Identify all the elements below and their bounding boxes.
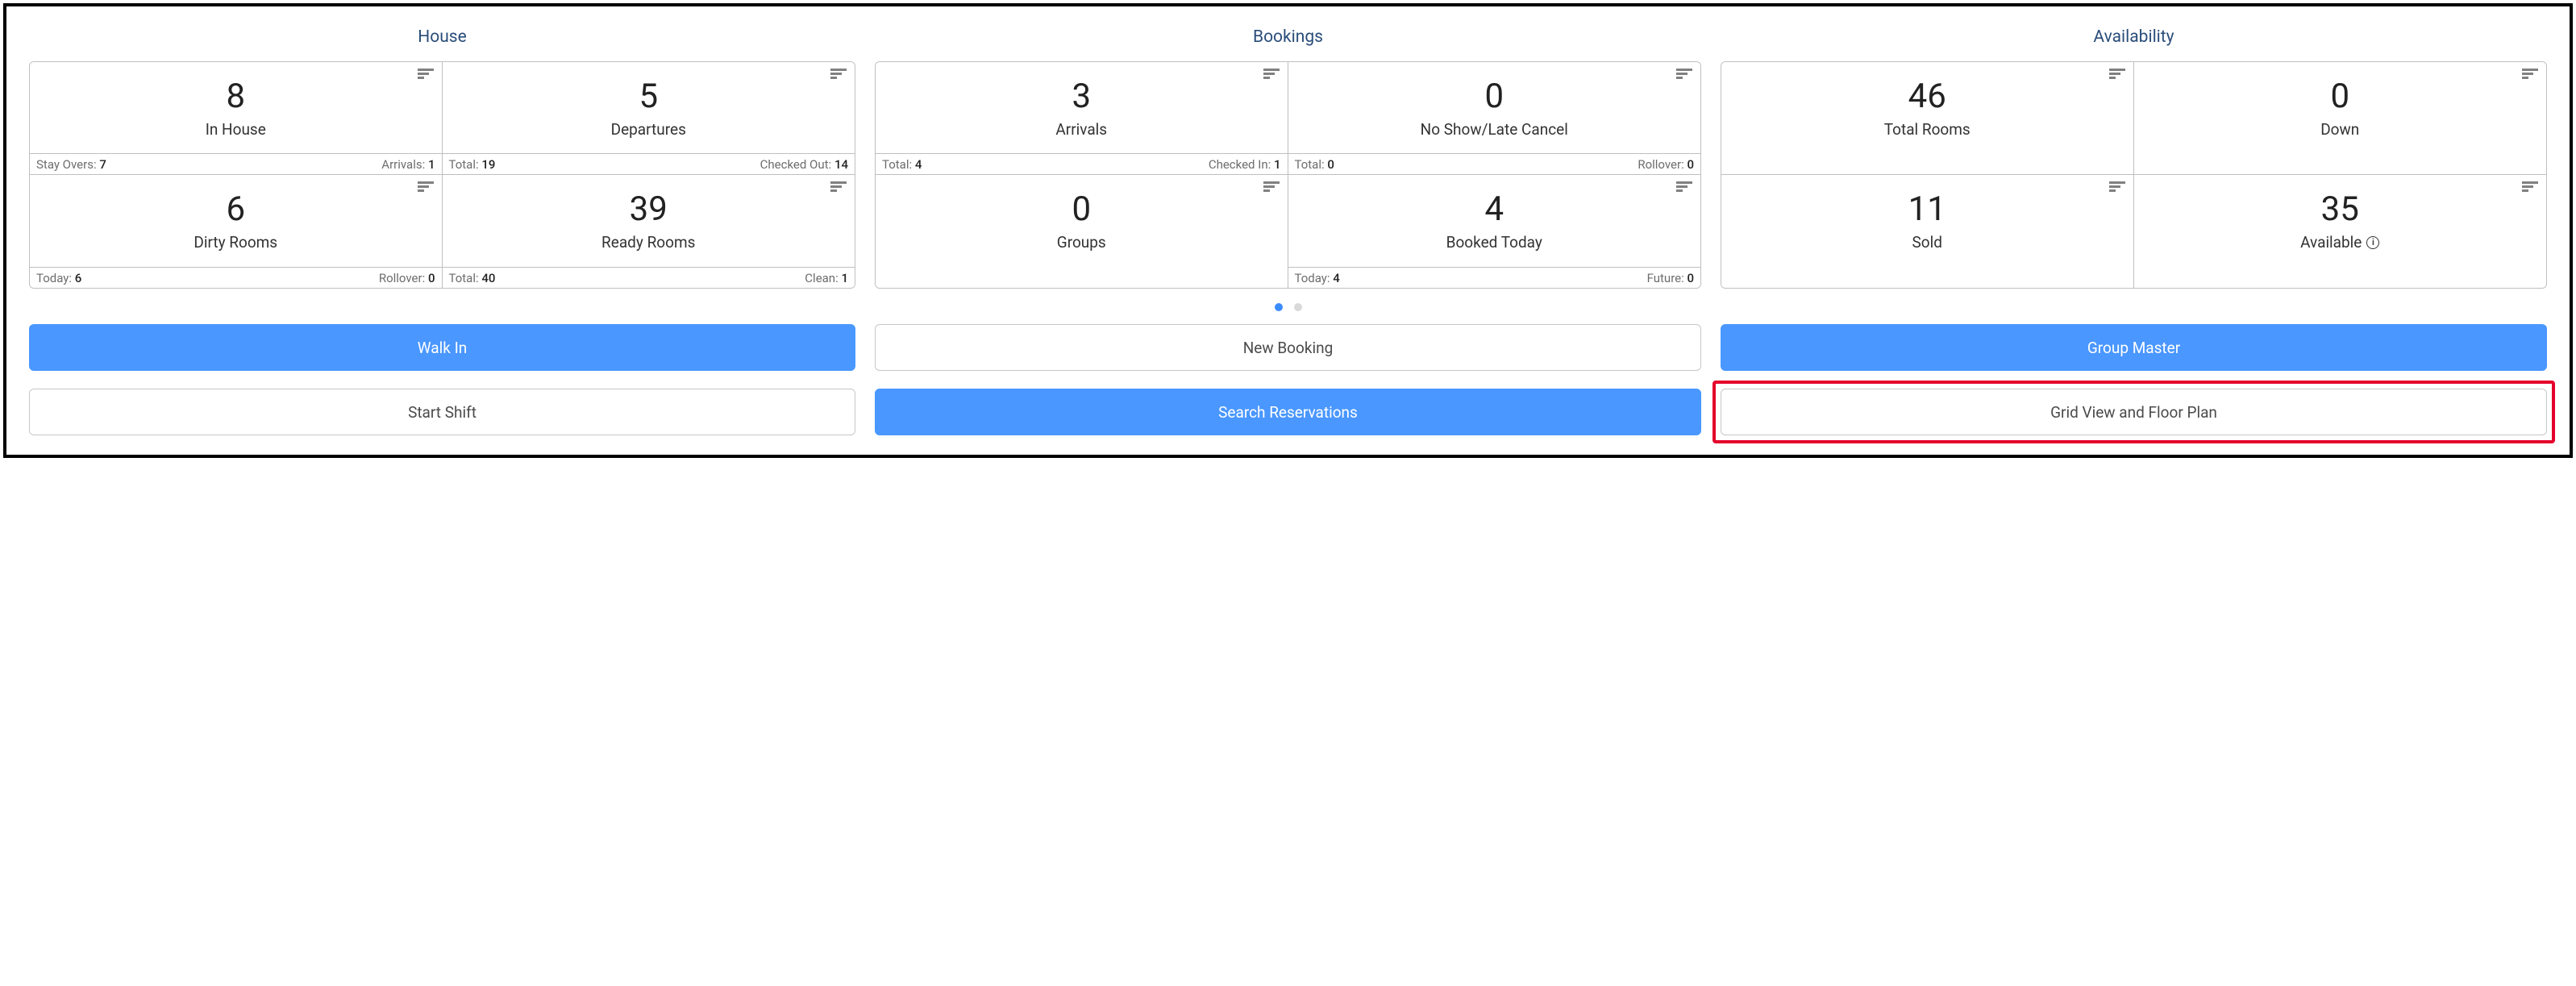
sort-icon[interactable] (1263, 181, 1280, 193)
sort-icon[interactable] (418, 69, 434, 80)
card-label: Total Rooms (1884, 120, 1970, 139)
card-no-show[interactable]: 0 No Show/Late Cancel Total: 0 Rollover:… (1288, 62, 1701, 175)
availability-title: Availability (1721, 21, 2547, 61)
group-master-button[interactable]: Group Master (1721, 324, 2547, 371)
button-row-2: Start Shift Search Reservations Grid Vie… (29, 389, 2547, 435)
card-label: Available i (2300, 233, 2379, 252)
sort-icon[interactable] (2522, 181, 2538, 193)
card-value: 4 (1484, 193, 1504, 227)
card-booked-today[interactable]: 4 Booked Today Today: 4 Future: 0 (1288, 175, 1701, 288)
card-value: 5 (639, 80, 658, 114)
card-available[interactable]: 35 Available i (2134, 175, 2547, 288)
card-footer: Total: 40 Clean: 1 (443, 267, 855, 288)
card-total-rooms[interactable]: 46 Total Rooms (1721, 62, 2134, 175)
card-value: 0 (1484, 80, 1504, 114)
card-value: 6 (226, 193, 245, 227)
card-value: 46 (1908, 80, 1946, 114)
card-ready-rooms[interactable]: 39 Ready Rooms Total: 40 Clean: 1 (443, 175, 855, 288)
walk-in-button[interactable]: Walk In (29, 324, 855, 371)
card-label: Booked Today (1446, 233, 1542, 252)
button-row-1: Walk In New Booking Group Master (29, 324, 2547, 371)
pager-dot-1[interactable] (1275, 303, 1283, 311)
card-groups[interactable]: 0 Groups (876, 175, 1288, 288)
house-title: House (29, 21, 855, 61)
grid-view-highlight: Grid View and Floor Plan (1712, 381, 2555, 443)
pager-dot-2[interactable] (1294, 303, 1302, 311)
sort-icon[interactable] (1263, 69, 1280, 80)
card-label: Dirty Rooms (194, 233, 277, 252)
dashboard-columns: House 8 In House Stay Overs: 7 Arrivals:… (29, 21, 2547, 289)
card-label: No Show/Late Cancel (1421, 120, 1568, 139)
card-sold[interactable]: 11 Sold (1721, 175, 2134, 288)
start-shift-button[interactable]: Start Shift (29, 389, 855, 435)
bookings-section: Bookings 3 Arrivals Total: 4 Checked In:… (875, 21, 1701, 289)
sort-icon[interactable] (1676, 69, 1692, 80)
card-value: 0 (1072, 193, 1091, 227)
card-departures[interactable]: 5 Departures Total: 19 Checked Out: 14 (443, 62, 855, 175)
card-footer: Today: 4 Future: 0 (1288, 267, 1701, 288)
sort-icon[interactable] (830, 181, 847, 193)
availability-section: Availability 46 Total Rooms 0 Down 11 So… (1721, 21, 2547, 289)
info-icon[interactable]: i (2366, 236, 2379, 249)
card-footer: Total: 4 Checked In: 1 (876, 153, 1288, 174)
sort-icon[interactable] (1676, 181, 1692, 193)
card-label: Ready Rooms (601, 233, 695, 252)
dashboard-frame: House 8 In House Stay Overs: 7 Arrivals:… (3, 3, 2573, 458)
card-label: Sold (1912, 233, 1942, 252)
card-label: Departures (611, 120, 686, 139)
card-value: 35 (2321, 193, 2359, 227)
card-value: 3 (1072, 80, 1091, 114)
card-value: 0 (2330, 80, 2349, 114)
card-arrivals[interactable]: 3 Arrivals Total: 4 Checked In: 1 (876, 62, 1288, 175)
card-label: Arrivals (1055, 120, 1107, 139)
new-booking-button[interactable]: New Booking (875, 324, 1701, 371)
card-footer: Today: 6 Rollover: 0 (30, 267, 442, 288)
sort-icon[interactable] (2109, 181, 2125, 193)
card-footer: Total: 0 Rollover: 0 (1288, 153, 1701, 174)
house-section: House 8 In House Stay Overs: 7 Arrivals:… (29, 21, 855, 289)
card-dirty-rooms[interactable]: 6 Dirty Rooms Today: 6 Rollover: 0 (30, 175, 443, 288)
sort-icon[interactable] (2109, 69, 2125, 80)
sort-icon[interactable] (2522, 69, 2538, 80)
card-footer: Stay Overs: 7 Arrivals: 1 (30, 153, 442, 174)
card-in-house[interactable]: 8 In House Stay Overs: 7 Arrivals: 1 (30, 62, 443, 175)
card-value: 39 (630, 193, 668, 227)
grid-view-button[interactable]: Grid View and Floor Plan (1721, 389, 2547, 435)
card-label: In House (206, 120, 266, 139)
card-value: 8 (226, 80, 245, 114)
card-label: Groups (1057, 233, 1106, 252)
house-card-grid: 8 In House Stay Overs: 7 Arrivals: 1 5 D… (29, 61, 855, 289)
card-down[interactable]: 0 Down (2134, 62, 2547, 175)
card-value: 11 (1908, 193, 1946, 227)
sort-icon[interactable] (418, 181, 434, 193)
card-footer: Total: 19 Checked Out: 14 (443, 153, 855, 174)
pager (29, 289, 2547, 318)
bookings-title: Bookings (875, 21, 1701, 61)
card-label: Down (2320, 120, 2359, 139)
bookings-card-grid: 3 Arrivals Total: 4 Checked In: 1 0 No S… (875, 61, 1701, 289)
sort-icon[interactable] (830, 69, 847, 80)
availability-card-grid: 46 Total Rooms 0 Down 11 Sold 35 (1721, 61, 2547, 289)
search-reservations-button[interactable]: Search Reservations (875, 389, 1701, 435)
